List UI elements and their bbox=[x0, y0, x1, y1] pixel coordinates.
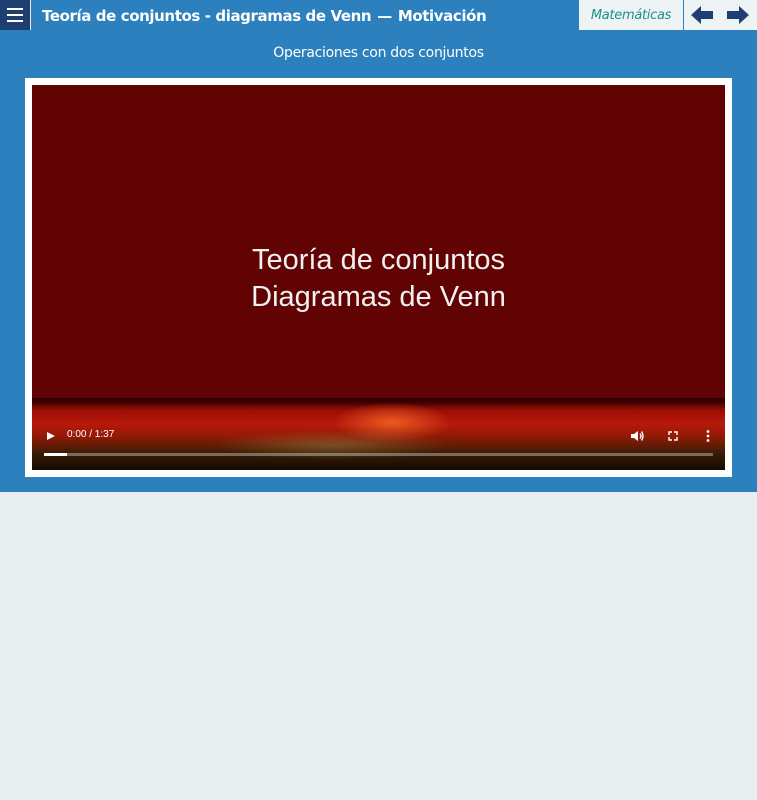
video-frame: Teoría de conjuntos Diagramas de Venn 0:… bbox=[25, 78, 732, 477]
video-time: 0:00 / 1:37 bbox=[67, 429, 115, 440]
header-panel: Teoría de conjuntos - diagramas de Venn —… bbox=[0, 0, 757, 492]
video-progress-bar[interactable] bbox=[44, 453, 713, 456]
more-options-icon[interactable] bbox=[700, 428, 716, 444]
video-controls: 0:00 / 1:37 bbox=[32, 422, 725, 470]
page-title: Teoría de conjuntos - diagramas de Venn —… bbox=[42, 7, 487, 25]
title-separator: — bbox=[377, 7, 392, 25]
lesson-title: Teoría de conjuntos - diagramas de Venn bbox=[42, 7, 372, 25]
hamburger-icon bbox=[7, 8, 23, 10]
section-title: Motivación bbox=[397, 7, 487, 25]
video-player[interactable]: Teoría de conjuntos Diagramas de Venn 0:… bbox=[32, 85, 725, 470]
subject-label: Matemáticas bbox=[590, 7, 672, 23]
section-heading: Operaciones con dos conjuntos bbox=[273, 45, 484, 61]
hamburger-icon-bar bbox=[7, 20, 23, 22]
arrow-left-icon[interactable] bbox=[690, 5, 714, 25]
video-buffered-fill bbox=[44, 453, 68, 456]
menu-button[interactable] bbox=[0, 0, 31, 30]
page-navigation bbox=[684, 0, 757, 30]
volume-icon[interactable] bbox=[629, 428, 645, 444]
subject-link[interactable]: Matemáticas bbox=[579, 0, 684, 30]
video-title-line1: Teoría de conjuntos bbox=[251, 244, 506, 276]
fullscreen-icon[interactable] bbox=[665, 428, 681, 444]
play-icon[interactable] bbox=[44, 429, 58, 443]
hamburger-icon-bar bbox=[7, 14, 23, 16]
arrow-right-icon[interactable] bbox=[726, 5, 750, 25]
video-title-card: Teoría de conjuntos Diagramas de Venn bbox=[32, 242, 725, 316]
video-title-line2: Diagramas de Venn bbox=[251, 281, 506, 313]
